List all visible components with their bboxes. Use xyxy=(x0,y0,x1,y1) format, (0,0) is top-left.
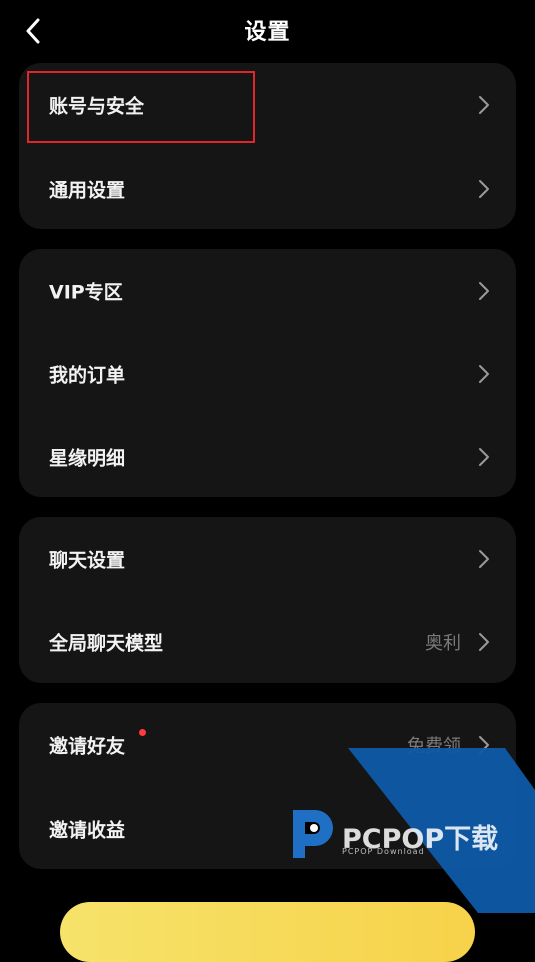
row-invite-earnings[interactable]: 邀请收益 xyxy=(19,787,516,871)
top-bar: 设置 xyxy=(0,0,535,62)
settings-group-vip: VIP专区 我的订单 星缘明细 xyxy=(19,249,516,497)
highlight-box xyxy=(27,71,255,143)
row-value: 免费领 xyxy=(407,736,461,757)
row-global-chat-model[interactable]: 全局聊天模型 奥利 xyxy=(19,600,516,684)
row-vip-zone[interactable]: VIP专区 xyxy=(19,249,516,333)
row-invite-friends[interactable]: 邀请好友 免费领 xyxy=(19,703,516,787)
chevron-right-icon xyxy=(477,446,491,468)
chevron-right-icon xyxy=(477,734,491,756)
chevron-right-icon xyxy=(477,631,491,653)
chevron-right-icon xyxy=(477,94,491,116)
row-label: 邀请收益 xyxy=(49,819,126,842)
notification-dot xyxy=(139,729,146,736)
page-title: 设置 xyxy=(244,20,291,45)
row-value: 奥利 xyxy=(425,633,461,654)
settings-group-invite: 邀请好友 免费领 邀请收益 xyxy=(19,703,516,869)
row-label: 我的订单 xyxy=(49,364,126,387)
row-chat-settings[interactable]: 聊天设置 xyxy=(19,517,516,601)
row-label: 全局聊天模型 xyxy=(49,632,164,655)
bottom-action-button[interactable] xyxy=(60,902,475,962)
chevron-right-icon xyxy=(477,280,491,302)
row-label: VIP专区 xyxy=(49,281,123,304)
row-label: 聊天设置 xyxy=(49,549,126,572)
row-star-details[interactable]: 星缘明细 xyxy=(19,415,516,499)
chevron-right-icon xyxy=(477,548,491,570)
row-general-settings[interactable]: 通用设置 xyxy=(19,147,516,231)
row-label: 邀请好友 xyxy=(49,735,126,758)
row-label: 星缘明细 xyxy=(49,447,126,470)
row-my-orders[interactable]: 我的订单 xyxy=(19,332,516,416)
chevron-right-icon xyxy=(477,363,491,385)
row-label: 通用设置 xyxy=(49,179,126,202)
settings-group-chat: 聊天设置 全局聊天模型 奥利 xyxy=(19,517,516,683)
chevron-right-icon xyxy=(477,178,491,200)
